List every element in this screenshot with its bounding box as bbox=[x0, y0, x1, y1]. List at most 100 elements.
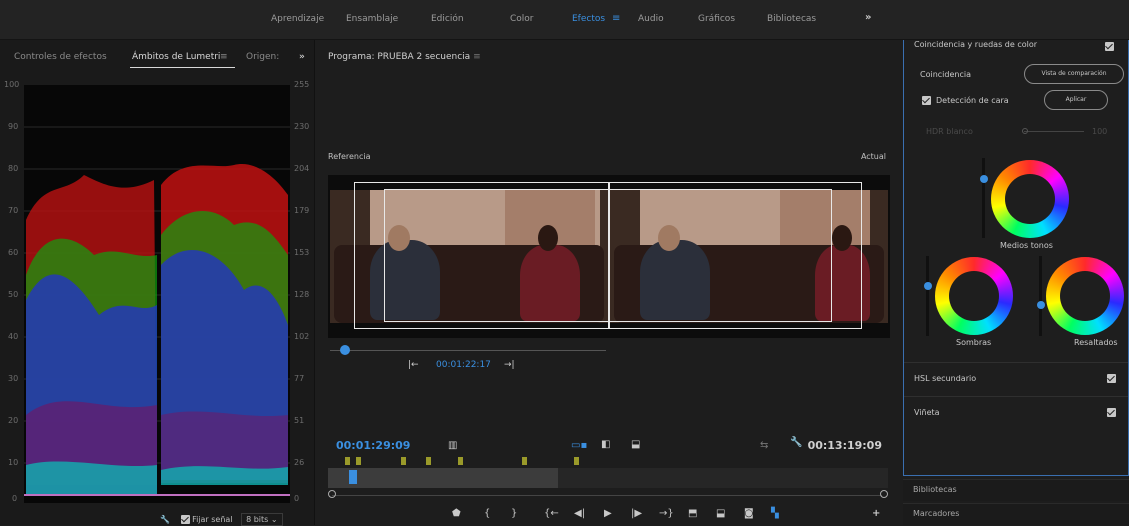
fix-signal-label: Fijar señal bbox=[192, 515, 233, 524]
marker[interactable] bbox=[356, 457, 361, 465]
comparison-view-icon[interactable]: ▭▪ bbox=[571, 440, 587, 451]
color-match-section-title[interactable]: Coincidencia y ruedas de color bbox=[914, 40, 1037, 49]
workspace-tab-bibliotecas[interactable]: Bibliotecas bbox=[767, 14, 816, 24]
workspace-tab-color[interactable]: Color bbox=[510, 14, 534, 24]
bit-depth-select[interactable]: 8 bits ⌄ bbox=[241, 513, 283, 526]
scale-right-51: 51 bbox=[294, 416, 305, 425]
scale-right-204: 204 bbox=[294, 164, 310, 173]
workspace-menu-icon[interactable]: ≡ bbox=[612, 13, 620, 24]
add-marker-icon[interactable]: ⬟ bbox=[452, 508, 461, 519]
scale-left-30: 30 bbox=[8, 374, 19, 383]
face-detection-checkbox[interactable] bbox=[922, 96, 931, 105]
scale-left-80: 80 bbox=[8, 164, 19, 173]
settings-wrench-icon[interactable]: 🔧 bbox=[790, 437, 802, 448]
go-to-out-icon[interactable]: →} bbox=[659, 508, 674, 519]
comparison-view-button[interactable]: Vista de comparación bbox=[1024, 64, 1124, 84]
play-icon[interactable]: ▶ bbox=[604, 508, 612, 519]
midtones-slider[interactable] bbox=[982, 158, 985, 238]
zoom-handle-left[interactable] bbox=[328, 490, 336, 498]
libraries-label: Bibliotecas bbox=[913, 485, 957, 494]
marker[interactable] bbox=[426, 457, 431, 465]
midtones-color-wheel[interactable] bbox=[991, 160, 1069, 238]
mark-out-icon[interactable]: } bbox=[511, 508, 517, 519]
highlights-color-wheel[interactable] bbox=[1046, 257, 1124, 335]
scale-right-0: 0 bbox=[294, 494, 300, 503]
zoom-handle-right[interactable] bbox=[880, 490, 888, 498]
wrench-icon[interactable]: 🔧 bbox=[160, 515, 170, 524]
vignette-section[interactable]: Viñeta bbox=[904, 396, 1128, 430]
libraries-panel-tab[interactable]: Bibliotecas bbox=[903, 479, 1129, 501]
shadows-slider-knob[interactable] bbox=[924, 282, 932, 290]
swap-icon[interactable]: ⇆ bbox=[760, 440, 768, 451]
program-monitor: Programa: PRUEBA 2 secuencia ≡ Referenci… bbox=[316, 40, 900, 525]
tab-lumetri-scopes[interactable]: Ámbitos de Lumetri bbox=[132, 52, 220, 62]
marker[interactable] bbox=[574, 457, 579, 465]
film-icon[interactable]: ▥ bbox=[448, 440, 457, 451]
shadows-slider[interactable] bbox=[926, 256, 929, 336]
bit-depth-value: 8 bits bbox=[246, 515, 269, 524]
step-forward-icon[interactable]: |▶ bbox=[631, 508, 642, 519]
scale-right-179: 179 bbox=[294, 206, 310, 215]
split-view-icon[interactable]: ⬓ bbox=[631, 439, 640, 450]
timeline-ruler[interactable] bbox=[328, 457, 888, 488]
color-match-section-checkbox[interactable] bbox=[1105, 42, 1114, 51]
fix-signal-checkbox[interactable] bbox=[180, 515, 190, 524]
workspace-tab-graficos[interactable]: Gráficos bbox=[698, 14, 735, 24]
add-button-icon[interactable]: + bbox=[872, 508, 880, 519]
go-to-in-icon[interactable]: {← bbox=[544, 508, 559, 519]
panel-menu-icon[interactable]: ≡ bbox=[220, 52, 228, 62]
markers-panel-tab[interactable]: Marcadores bbox=[903, 503, 1129, 525]
hsl-secondary-checkbox[interactable] bbox=[1107, 374, 1116, 383]
workspace-more-icon[interactable]: » bbox=[865, 12, 871, 23]
reference-scrub-track[interactable] bbox=[330, 350, 606, 351]
workspace-bar: Aprendizaje Ensamblaje Edición Color Efe… bbox=[0, 0, 1129, 40]
reference-timecode[interactable]: 00:01:22:17 bbox=[436, 360, 491, 370]
vignette-label: Viñeta bbox=[914, 408, 940, 417]
scale-right-102: 102 bbox=[294, 332, 310, 341]
side-by-side-icon[interactable]: ◧ bbox=[601, 439, 610, 450]
playhead[interactable] bbox=[349, 470, 357, 484]
comparison-video-frame[interactable] bbox=[328, 175, 890, 338]
workspace-tab-edicion[interactable]: Edición bbox=[431, 14, 464, 24]
vignette-checkbox[interactable] bbox=[1107, 408, 1116, 417]
comparison-toggle-icon[interactable]: ▚ bbox=[771, 508, 779, 519]
tab-effect-controls[interactable]: Controles de efectos bbox=[14, 52, 107, 62]
highlights-slider[interactable] bbox=[1039, 256, 1042, 336]
marker[interactable] bbox=[345, 457, 350, 465]
program-title-text: Programa: PRUEBA 2 secuencia bbox=[328, 52, 471, 62]
hdr-white-handle[interactable] bbox=[1022, 128, 1028, 134]
step-back-icon[interactable]: ◀| bbox=[574, 508, 585, 519]
scale-left-70: 70 bbox=[8, 206, 19, 215]
scale-left-90: 90 bbox=[8, 122, 19, 131]
apply-button[interactable]: Aplicar bbox=[1044, 90, 1108, 110]
workspace-tab-ensamblaje[interactable]: Ensamblaje bbox=[346, 14, 398, 24]
scale-left-50: 50 bbox=[8, 290, 19, 299]
camera-icon[interactable]: ◙ bbox=[744, 508, 754, 519]
hsl-secondary-section[interactable]: HSL secundario bbox=[904, 362, 1128, 396]
reference-prev-icon[interactable]: |← bbox=[408, 360, 419, 370]
extract-icon[interactable]: ⬓ bbox=[716, 508, 725, 519]
mark-in-icon[interactable]: { bbox=[484, 508, 490, 519]
marker[interactable] bbox=[522, 457, 527, 465]
reference-scrub-knob[interactable] bbox=[340, 345, 350, 355]
marker[interactable] bbox=[458, 457, 463, 465]
lift-icon[interactable]: ⬒ bbox=[688, 508, 697, 519]
workspace-tab-audio[interactable]: Audio bbox=[638, 14, 664, 24]
reference-next-icon[interactable]: →| bbox=[504, 360, 515, 370]
scale-left-60: 60 bbox=[8, 248, 19, 257]
highlights-slider-knob[interactable] bbox=[1037, 301, 1045, 309]
shadows-color-wheel[interactable] bbox=[935, 257, 1013, 335]
highlights-label: Resaltados bbox=[1074, 338, 1118, 347]
marker[interactable] bbox=[401, 457, 406, 465]
panel-more-icon[interactable]: » bbox=[299, 52, 305, 62]
hdr-white-slider[interactable] bbox=[1024, 131, 1084, 132]
playhead-timecode[interactable]: 00:01:29:09 bbox=[336, 439, 410, 452]
midtones-slider-knob[interactable] bbox=[980, 175, 988, 183]
tab-source[interactable]: Origen: bbox=[246, 52, 279, 62]
active-tab-underline bbox=[130, 67, 235, 68]
zoom-scrollbar[interactable] bbox=[332, 495, 882, 496]
scale-right-77: 77 bbox=[294, 374, 305, 383]
program-menu-icon[interactable]: ≡ bbox=[473, 52, 481, 62]
workspace-tab-efectos[interactable]: Efectos bbox=[572, 14, 605, 24]
workspace-tab-aprendizaje[interactable]: Aprendizaje bbox=[271, 14, 324, 24]
